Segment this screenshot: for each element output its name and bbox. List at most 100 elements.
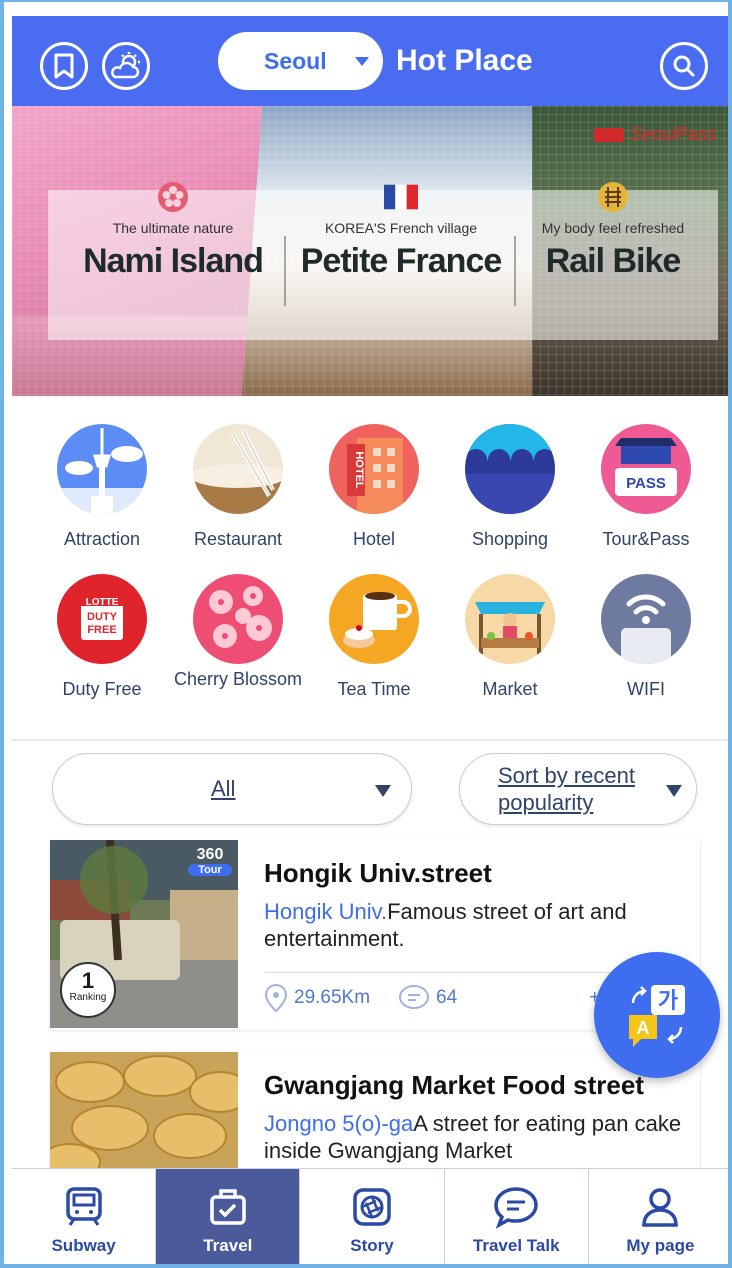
area-filter-select[interactable]: All bbox=[52, 753, 412, 825]
france-flag-icon bbox=[384, 180, 418, 214]
nav-label: My page bbox=[626, 1236, 695, 1255]
place-description: Hongik Univ.Famous street of art and ent… bbox=[264, 898, 684, 952]
place-title: Hongik Univ.street bbox=[264, 858, 492, 888]
nav-label: Travel Talk bbox=[472, 1236, 560, 1255]
hotel-icon: HOTEL bbox=[329, 424, 419, 514]
banner-title: Rail Bike bbox=[545, 242, 682, 280]
banner-item-nami[interactable]: The ultimate nature Nami Island bbox=[58, 180, 288, 281]
suitcase-icon bbox=[203, 1182, 253, 1232]
nav-travel-talk[interactable]: Travel Talk bbox=[445, 1169, 589, 1264]
station-link[interactable]: Jongno 5(o)-ga bbox=[264, 1111, 413, 1136]
weather-button[interactable] bbox=[102, 42, 150, 90]
page-title: Hot Place bbox=[396, 44, 533, 77]
category-label: WIFI bbox=[627, 679, 665, 699]
category-label: Restaurant bbox=[193, 529, 283, 549]
bookmark-icon bbox=[54, 53, 74, 79]
category-label: Cherry Blossom bbox=[173, 669, 303, 689]
category-wifi[interactable]: WIFI bbox=[578, 574, 714, 700]
sort-label: Sort by recent popularity bbox=[498, 763, 635, 815]
banner-item-france[interactable]: KOREA'S French village Petite France bbox=[286, 180, 516, 281]
place-card[interactable]: Gwangjang Market Food street Jongno 5(o)… bbox=[50, 1052, 700, 1172]
category-tourpass[interactable]: PASS Tour&Pass bbox=[578, 424, 714, 550]
banner-subtitle: My body feel refreshed bbox=[541, 220, 685, 236]
nav-mypage[interactable]: My page bbox=[589, 1169, 728, 1264]
place-photo bbox=[50, 1052, 238, 1172]
promo-banner[interactable]: SeoulPass The ultimate nature Nami Islan… bbox=[12, 106, 728, 396]
banner-subtitle: KOREA'S French village bbox=[324, 220, 478, 236]
pass-icon: PASS bbox=[601, 424, 691, 514]
area-filter-label: All bbox=[211, 776, 236, 801]
nav-story[interactable]: Story bbox=[300, 1169, 445, 1264]
category-hotel[interactable]: HOTEL Hotel bbox=[306, 424, 442, 550]
category-attraction[interactable]: Attraction bbox=[34, 424, 170, 550]
cherry-blossom-icon bbox=[156, 180, 190, 214]
category-label: Attraction bbox=[63, 529, 141, 549]
nav-subway[interactable]: Subway bbox=[12, 1169, 157, 1264]
distance: 29.65Km bbox=[264, 983, 370, 1013]
aperture-icon bbox=[347, 1182, 397, 1232]
chat-icon bbox=[491, 1182, 541, 1232]
chevron-down-icon bbox=[666, 785, 682, 797]
category-market[interactable]: Market bbox=[442, 574, 578, 700]
360-tour-badge[interactable]: 360 Tour bbox=[188, 846, 232, 888]
rank-label: Ranking bbox=[69, 992, 107, 1003]
top-header: Seoul Hot Place bbox=[12, 16, 728, 106]
category-label: Duty Free bbox=[62, 679, 142, 699]
banner-title: Nami Island bbox=[83, 242, 264, 280]
comment-icon bbox=[399, 984, 430, 1009]
bottom-nav: Subway Travel Story Travel Talk My page bbox=[12, 1168, 728, 1264]
translate-icon: 가 A bbox=[629, 985, 685, 1047]
svg-text:FREE: FREE bbox=[87, 624, 116, 636]
location-pin-icon bbox=[264, 983, 288, 1012]
rail-icon bbox=[596, 180, 630, 214]
svg-text:A: A bbox=[637, 1018, 650, 1038]
seoulpass-badge: SeoulPass bbox=[593, 124, 716, 145]
chevron-down-icon bbox=[375, 785, 391, 797]
comment-count-value: 64 bbox=[436, 986, 458, 1008]
bowl-icon bbox=[193, 424, 283, 514]
city-label: Seoul bbox=[264, 47, 327, 74]
category-cherry-blossom[interactable]: Cherry Blossom bbox=[170, 574, 306, 690]
app-frame: Seoul Hot Place SeoulPass The ultimate n… bbox=[0, 0, 732, 1268]
banner-subtitle: The ultimate nature bbox=[112, 220, 234, 236]
city-select[interactable]: Seoul bbox=[218, 32, 383, 90]
category-dutyfree[interactable]: LOTTE DUTY FREE Duty Free bbox=[34, 574, 170, 700]
subway-icon bbox=[59, 1182, 109, 1232]
nav-label: Story bbox=[350, 1236, 394, 1255]
weather-icon bbox=[111, 52, 140, 79]
place-description: Jongno 5(o)-gaA street for eating pan ca… bbox=[264, 1110, 684, 1164]
comment-count[interactable]: 64 bbox=[398, 984, 457, 1012]
svg-text:LOTTE: LOTTE bbox=[86, 597, 119, 608]
nav-label: Travel bbox=[203, 1236, 253, 1255]
tower-icon bbox=[57, 424, 147, 514]
place-title: Gwangjang Market Food street bbox=[264, 1070, 644, 1100]
category-label: Shopping bbox=[471, 529, 549, 549]
divider bbox=[12, 739, 728, 741]
search-button[interactable] bbox=[660, 42, 708, 90]
search-icon bbox=[673, 55, 695, 77]
svg-text:HOTEL: HOTEL bbox=[353, 451, 365, 489]
wifi-icon bbox=[601, 574, 691, 664]
nav-travel[interactable]: Travel bbox=[156, 1169, 301, 1264]
seoulpass-label: SeoulPass bbox=[629, 124, 716, 144]
awning-icon bbox=[465, 424, 555, 514]
bookmark-button[interactable] bbox=[40, 42, 88, 90]
banner-title: Petite France bbox=[300, 242, 503, 280]
distance-value: 29.65Km bbox=[294, 986, 371, 1008]
category-shopping[interactable]: Shopping bbox=[442, 424, 578, 550]
category-label: Tour&Pass bbox=[602, 529, 690, 549]
banner-item-railbike[interactable]: My body feel refreshed Rail Bike bbox=[498, 180, 728, 281]
svg-text:PASS: PASS bbox=[626, 475, 666, 492]
category-teatime[interactable]: Tea Time bbox=[306, 574, 442, 700]
chevron-down-icon bbox=[355, 57, 369, 66]
nav-label: Subway bbox=[51, 1236, 116, 1255]
rank-number: 1 bbox=[81, 968, 95, 993]
user-icon bbox=[635, 1182, 685, 1232]
market-stall-icon bbox=[465, 574, 555, 664]
svg-text:가: 가 bbox=[658, 988, 678, 1013]
cherry-blossom-icon bbox=[193, 574, 283, 664]
category-restaurant[interactable]: Restaurant bbox=[170, 424, 306, 550]
sort-select[interactable]: Sort by recent popularity bbox=[459, 753, 697, 825]
translate-button[interactable]: 가 A bbox=[594, 952, 720, 1078]
station-link[interactable]: Hongik Univ. bbox=[264, 899, 387, 924]
